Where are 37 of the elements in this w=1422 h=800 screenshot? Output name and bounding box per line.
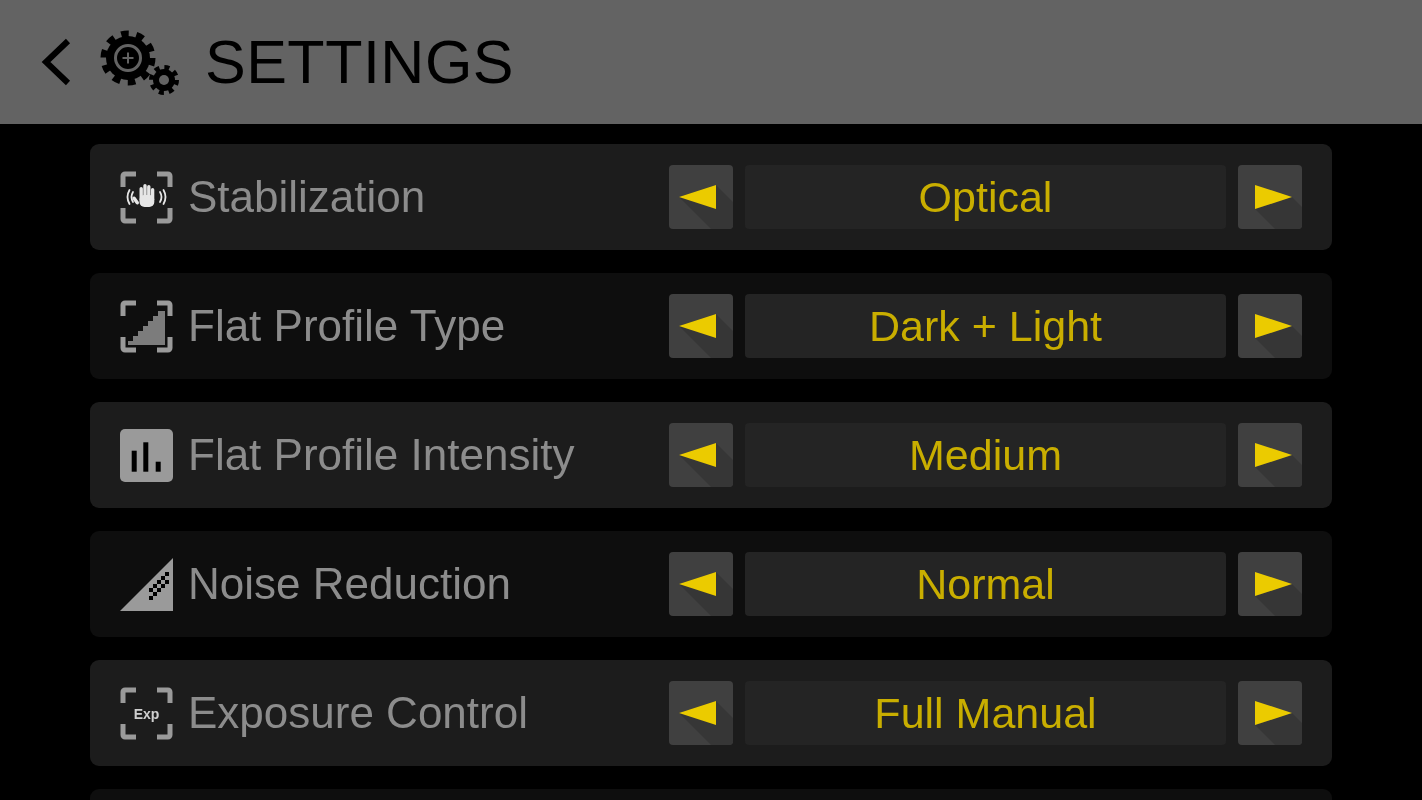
bar-chart-icon	[120, 428, 173, 482]
setting-label: Flat Profile Type	[188, 304, 506, 348]
gears-icon	[100, 30, 180, 96]
next-button[interactable]	[1238, 165, 1302, 229]
left-triangle-icon	[679, 314, 716, 338]
setting-value: Medium	[745, 423, 1226, 487]
right-triangle-icon	[1255, 185, 1292, 209]
staircase-frame-icon	[120, 299, 173, 353]
right-triangle-icon	[1255, 572, 1292, 596]
right-triangle-icon	[1255, 314, 1292, 338]
setting-value: Dark + Light	[745, 294, 1226, 358]
chevron-left-icon	[39, 38, 71, 86]
previous-button[interactable]	[669, 294, 733, 358]
left-triangle-icon	[679, 572, 716, 596]
previous-button[interactable]	[669, 423, 733, 487]
left-triangle-icon	[679, 185, 716, 209]
previous-button[interactable]	[669, 552, 733, 616]
setting-value: Optical	[745, 165, 1226, 229]
left-triangle-icon	[679, 701, 716, 725]
setting-label: Exposure Control	[188, 691, 528, 735]
next-button[interactable]	[1238, 294, 1302, 358]
setting-value: Full Manual	[745, 681, 1226, 745]
page-title: SETTINGS	[205, 31, 515, 93]
previous-button[interactable]	[669, 165, 733, 229]
setting-label: Noise Reduction	[188, 562, 511, 606]
setting-label: Flat Profile Intensity	[188, 433, 575, 477]
hand-frame-icon	[120, 170, 173, 224]
right-triangle-icon	[1255, 701, 1292, 725]
left-triangle-icon	[679, 443, 716, 467]
checkered-triangle-icon	[120, 557, 173, 611]
setting-label: Stabilization	[188, 175, 426, 219]
previous-button[interactable]	[669, 681, 733, 745]
next-button[interactable]	[1238, 681, 1302, 745]
right-triangle-icon	[1255, 443, 1292, 467]
next-button[interactable]	[1238, 552, 1302, 616]
next-button[interactable]	[1238, 423, 1302, 487]
setting-value: Normal	[745, 552, 1226, 616]
